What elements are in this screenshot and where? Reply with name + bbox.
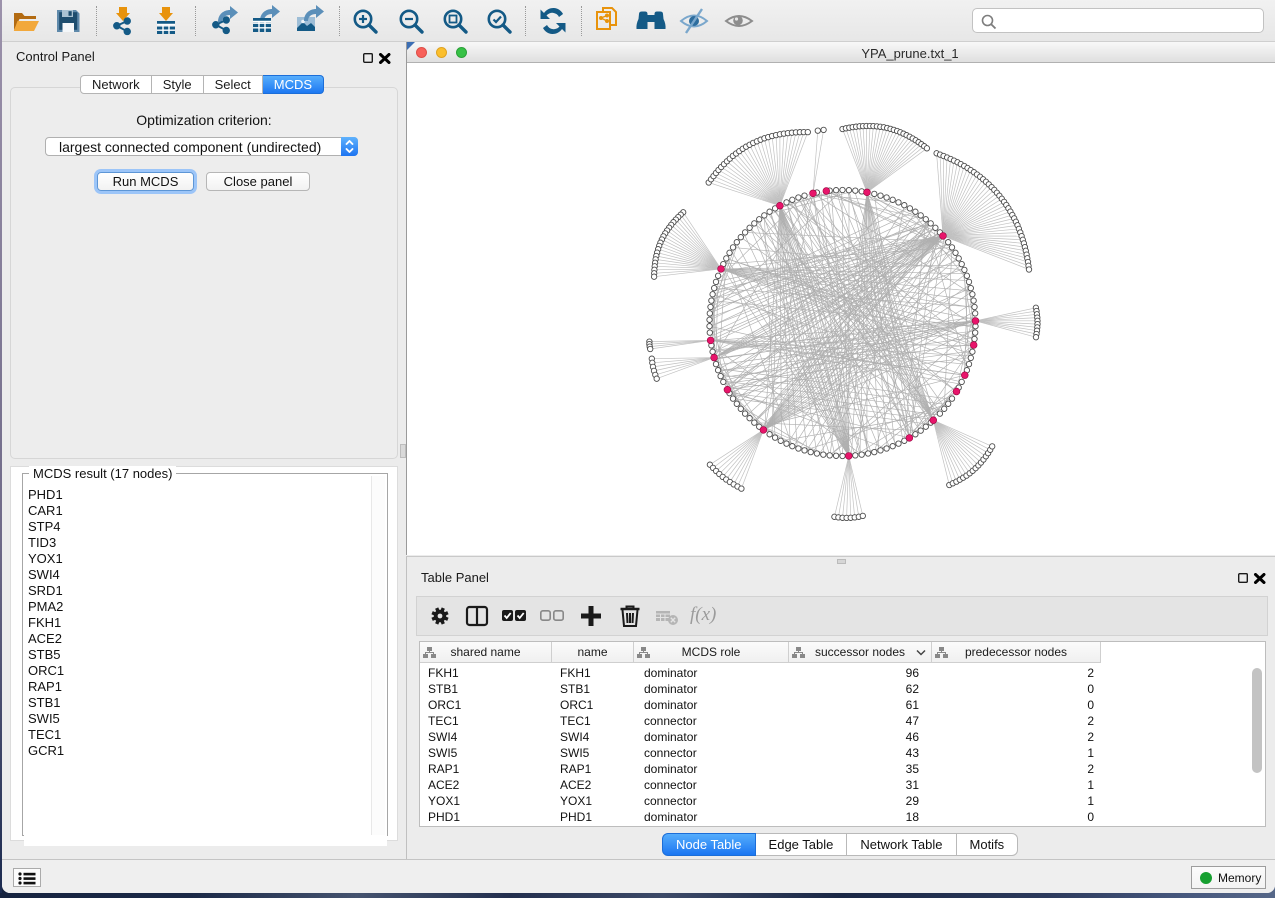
svg-text:f(x): f(x) xyxy=(690,604,716,625)
